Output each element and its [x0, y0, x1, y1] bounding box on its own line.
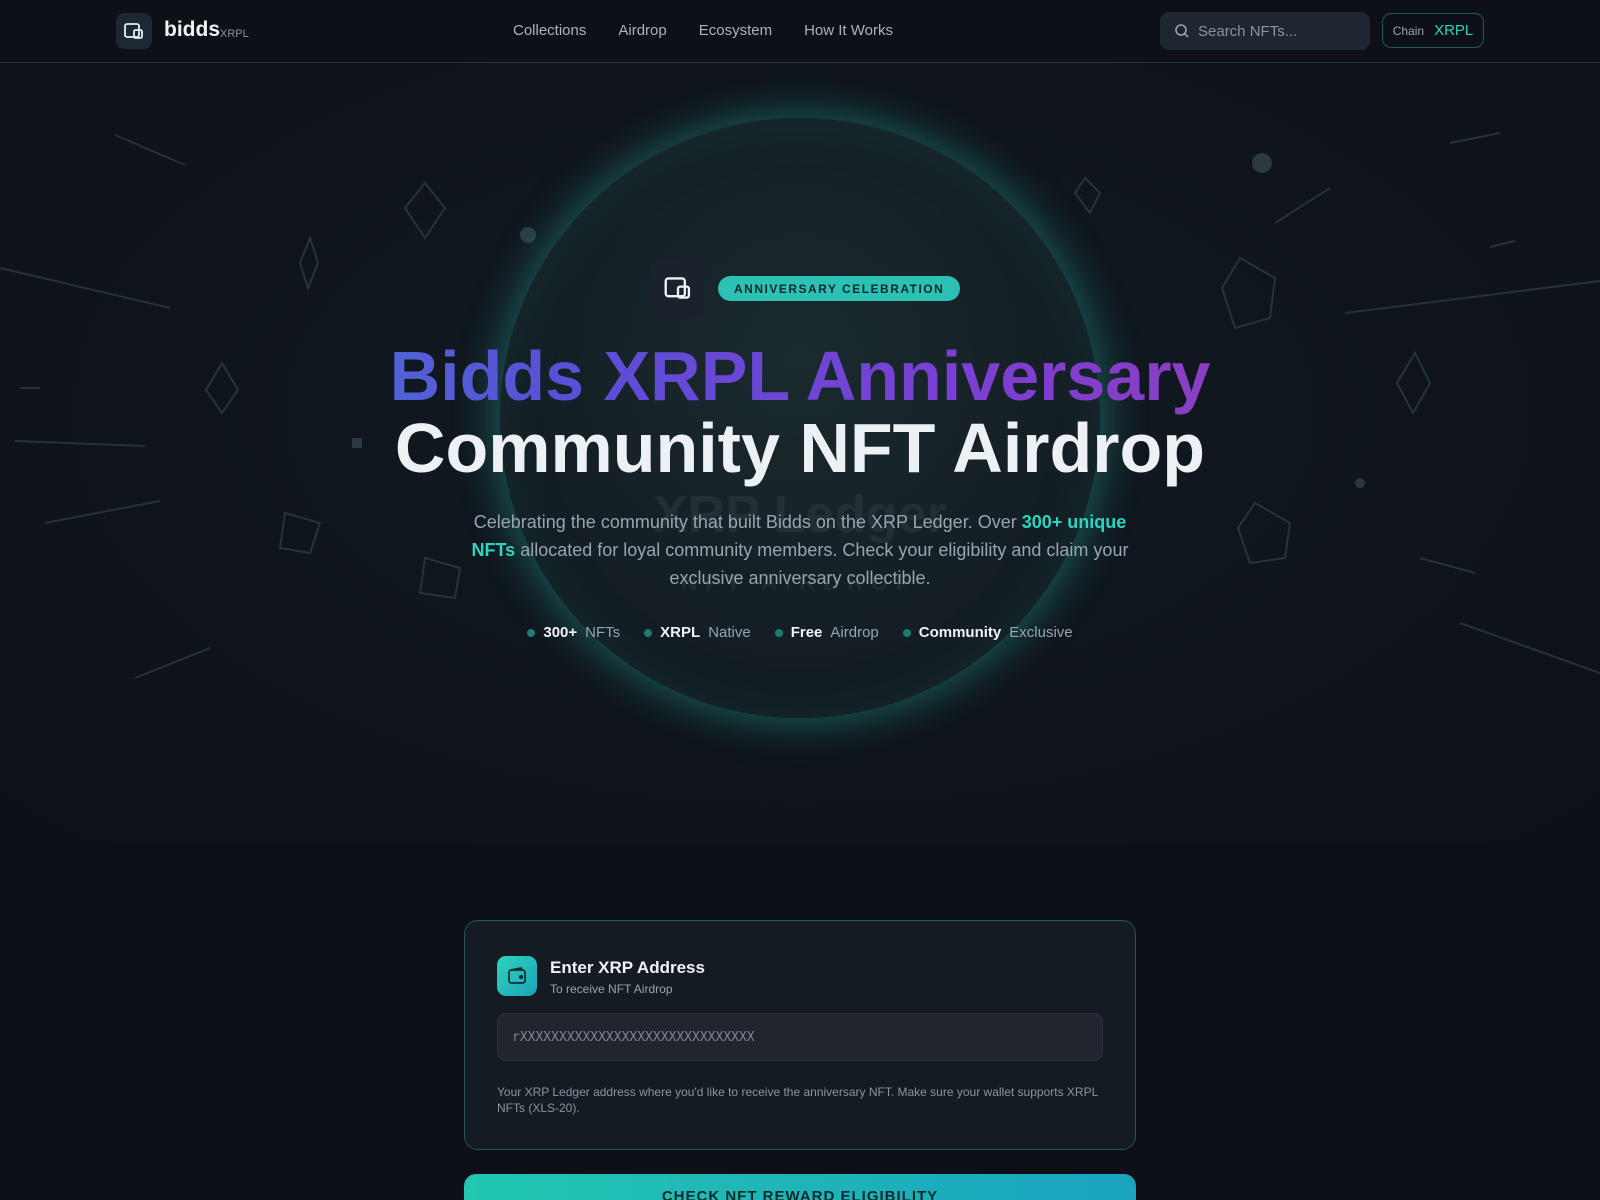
- desc-after: allocated for loyal community members. C…: [515, 540, 1129, 588]
- anniversary-badge: ANNIVERSARY CELEBRATION: [718, 276, 961, 301]
- hero-title-line1: Bidds XRPL Anniversary: [0, 336, 1600, 416]
- nav-links: Collections Airdrop Ecosystem How It Wor…: [513, 22, 893, 39]
- hero-stats: 300+ NFTs XRPL Native Free Airdrop Commu…: [0, 624, 1600, 641]
- address-card: Enter XRP Address To receive NFT Airdrop…: [464, 920, 1136, 1150]
- stat-text: Airdrop: [830, 624, 879, 641]
- logo-subtext: XRPL: [220, 28, 249, 40]
- stat-bold: Community: [918, 624, 1002, 641]
- top-navbar: bidds XRPL Collections Airdrop Ecosystem…: [0, 0, 1600, 63]
- stat-item: Community Exclusive: [902, 624, 1073, 641]
- stat-bold: Free: [790, 624, 823, 641]
- search-box[interactable]: [1160, 12, 1370, 50]
- hero-title-line2: Community NFT Airdrop: [394, 409, 1206, 487]
- stat-bold: 300+: [543, 624, 578, 641]
- card-subtitle: To receive NFT Airdrop: [550, 982, 673, 996]
- search-icon: [1175, 24, 1189, 38]
- stat-dot: [774, 628, 783, 637]
- desc-before: Celebrating the community that built Bid…: [473, 512, 1022, 532]
- cta-label: CHECK NFT REWARD ELIGIBILITY: [661, 1188, 939, 1200]
- stat-dot: [644, 628, 653, 637]
- logo-text[interactable]: bidds: [164, 18, 220, 42]
- chain-label: Chain: [1392, 23, 1425, 38]
- stat-item: 300+ NFTs: [527, 624, 620, 641]
- card-help-text: Your XRP Ledger address where you'd like…: [497, 1085, 1098, 1115]
- nav-link-airdrop[interactable]: Airdrop: [618, 22, 666, 39]
- stat-dot: [902, 628, 911, 637]
- card-title: Enter XRP Address: [550, 958, 705, 977]
- chain-selector[interactable]: Chain XRPL: [1382, 13, 1484, 48]
- nav-link-collections[interactable]: Collections: [513, 22, 586, 39]
- logo-icon[interactable]: [116, 13, 152, 49]
- hero-description: Celebrating the community that built Bid…: [470, 508, 1130, 592]
- search-input[interactable]: [1198, 22, 1358, 40]
- xrp-address-input[interactable]: [497, 1013, 1103, 1061]
- stat-text: Native: [708, 624, 751, 641]
- stat-text: NFTs: [585, 624, 621, 641]
- wallet-icon: [497, 956, 537, 996]
- stat-bold: XRPL: [660, 624, 701, 641]
- nav-link-ecosystem[interactable]: Ecosystem: [699, 22, 772, 39]
- stat-item: XRPL Native: [644, 624, 751, 641]
- check-eligibility-button[interactable]: CHECK NFT REWARD ELIGIBILITY: [464, 1174, 1136, 1200]
- stat-text: Exclusive: [1009, 624, 1073, 641]
- stat-item: Free Airdrop: [774, 624, 879, 641]
- brand-icon: [650, 260, 706, 316]
- nav-link-how-it-works[interactable]: How It Works: [804, 22, 893, 39]
- chain-value: XRPL: [1434, 22, 1474, 39]
- stat-dot: [527, 628, 536, 637]
